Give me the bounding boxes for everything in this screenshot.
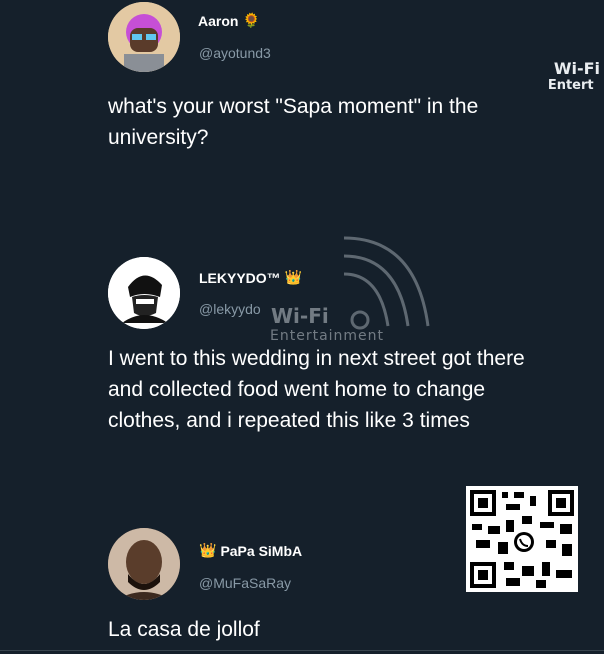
watermark-center-line2: Entertainment bbox=[270, 328, 385, 344]
tweet-text: La casa de jollof bbox=[108, 614, 260, 645]
user-name[interactable]: 👑 PaPa SiMbA bbox=[199, 542, 302, 559]
divider bbox=[0, 650, 604, 651]
avatar-aaron[interactable] bbox=[108, 2, 180, 72]
avatar-papa-simba[interactable] bbox=[108, 528, 180, 600]
watermark-top: Wi-Fi Entert bbox=[548, 60, 600, 94]
user-handle[interactable]: @ayotund3 bbox=[199, 45, 271, 61]
watermark-top-line1: Wi-Fi bbox=[553, 59, 600, 78]
user-name[interactable]: Aaron 🌻 bbox=[198, 12, 260, 29]
tweet-text-line: clothes, and i repeated this like 3 time… bbox=[108, 409, 470, 432]
avatar-lekyydo[interactable] bbox=[108, 257, 180, 329]
watermark-top-line2: Entert bbox=[547, 78, 594, 93]
crown-icon: 👑 bbox=[199, 542, 217, 558]
user-handle[interactable]: @lekyydo bbox=[199, 301, 261, 317]
tweet-text-line: La casa de jollof bbox=[108, 618, 260, 641]
watermark-center: Wi-Fi Entertainment bbox=[266, 230, 446, 370]
tweet-papa-simba[interactable]: 👑 PaPa SiMbA @MuFaSaRay La casa de jollo… bbox=[0, 520, 604, 654]
user-handle[interactable]: @MuFaSaRay bbox=[199, 575, 291, 591]
tweet-text-line: and collected food went home to change bbox=[108, 378, 486, 401]
tweet-text-line: what's your worst "Sapa moment" in the bbox=[108, 95, 479, 118]
watermark-center-line1: Wi-Fi bbox=[271, 304, 329, 328]
sunflower-icon: 🌻 bbox=[242, 12, 260, 28]
tweet-text: what's your worst "Sapa moment" in the u… bbox=[108, 91, 478, 153]
tweet-text-line: university? bbox=[108, 126, 209, 149]
tweet-aaron[interactable]: Aaron 🌻 @ayotund3 what's your worst "Sap… bbox=[0, 0, 604, 170]
user-name-text[interactable]: Aaron bbox=[198, 13, 238, 29]
user-name-text[interactable]: PaPa SiMbA bbox=[220, 543, 302, 559]
